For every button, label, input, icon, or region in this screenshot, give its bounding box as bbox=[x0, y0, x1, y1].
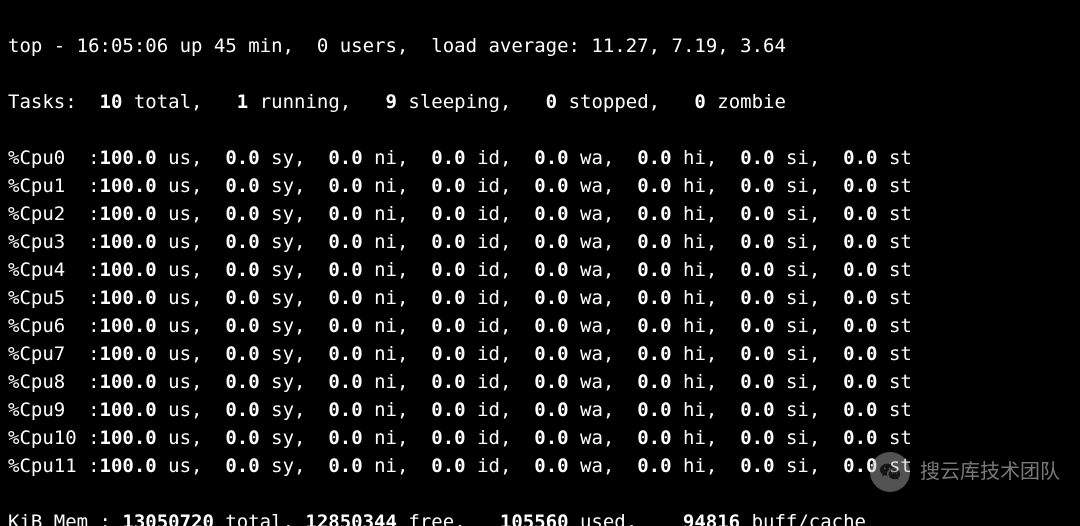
cpu-line-4: %Cpu4 :100.0 us, 0.0 sy, 0.0 ni, 0.0 id,… bbox=[8, 256, 1072, 284]
cpu-line-1: %Cpu1 :100.0 us, 0.0 sy, 0.0 ni, 0.0 id,… bbox=[8, 172, 1072, 200]
cpu-line-10: %Cpu10 :100.0 us, 0.0 sy, 0.0 ni, 0.0 id… bbox=[8, 424, 1072, 452]
cpu-line-11: %Cpu11 :100.0 us, 0.0 sy, 0.0 ni, 0.0 id… bbox=[8, 452, 1072, 480]
terminal-output: top - 16:05:06 up 45 min, 0 users, load … bbox=[0, 0, 1080, 526]
cpu-line-9: %Cpu9 :100.0 us, 0.0 sy, 0.0 ni, 0.0 id,… bbox=[8, 396, 1072, 424]
cpu-line-8: %Cpu8 :100.0 us, 0.0 sy, 0.0 ni, 0.0 id,… bbox=[8, 368, 1072, 396]
cpu-line-3: %Cpu3 :100.0 us, 0.0 sy, 0.0 ni, 0.0 id,… bbox=[8, 228, 1072, 256]
mem-line: KiB Mem : 13050720 total, 12850344 free,… bbox=[8, 508, 1072, 526]
tasks-line: Tasks: 10 total, 1 running, 9 sleeping, … bbox=[8, 88, 1072, 116]
cpu-line-2: %Cpu2 :100.0 us, 0.0 sy, 0.0 ni, 0.0 id,… bbox=[8, 200, 1072, 228]
cpu-line-0: %Cpu0 :100.0 us, 0.0 sy, 0.0 ni, 0.0 id,… bbox=[8, 144, 1072, 172]
cpu-line-5: %Cpu5 :100.0 us, 0.0 sy, 0.0 ni, 0.0 id,… bbox=[8, 284, 1072, 312]
cpu-line-7: %Cpu7 :100.0 us, 0.0 sy, 0.0 ni, 0.0 id,… bbox=[8, 340, 1072, 368]
cpu-line-6: %Cpu6 :100.0 us, 0.0 sy, 0.0 ni, 0.0 id,… bbox=[8, 312, 1072, 340]
top-summary-line: top - 16:05:06 up 45 min, 0 users, load … bbox=[8, 32, 1072, 60]
